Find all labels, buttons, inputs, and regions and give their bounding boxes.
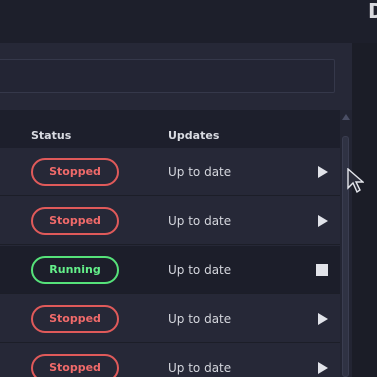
table-row[interactable]: Running Up to date xyxy=(0,246,340,294)
status-badge: Stopped xyxy=(31,207,119,235)
scroll-up-arrow-icon[interactable] xyxy=(341,112,351,122)
status-badge: Stopped xyxy=(31,158,119,186)
stop-icon xyxy=(316,264,328,276)
status-badge: Stopped xyxy=(31,305,119,333)
app-window: D Status Updates Stopped Up to date Stop… xyxy=(0,0,377,377)
play-icon xyxy=(318,313,328,325)
update-status-text: Up to date xyxy=(168,165,232,179)
right-gutter xyxy=(352,43,377,377)
play-icon xyxy=(318,215,328,227)
table-row[interactable]: Stopped Up to date xyxy=(0,197,340,245)
window-title-fragment: D xyxy=(368,0,377,23)
update-status-text: Up to date xyxy=(168,263,232,277)
mouse-cursor-icon xyxy=(347,168,364,194)
updates-column-header[interactable]: Updates xyxy=(168,129,219,142)
update-status-text: Up to date xyxy=(168,312,232,326)
update-status-text: Up to date xyxy=(168,214,232,228)
start-button[interactable] xyxy=(312,358,332,377)
play-icon xyxy=(318,362,328,374)
play-icon xyxy=(318,166,328,178)
stop-button[interactable] xyxy=(312,260,332,280)
status-badge: Running xyxy=(31,256,119,284)
table-row[interactable]: Stopped Up to date xyxy=(0,295,340,343)
top-bar: D xyxy=(0,0,377,43)
table-row[interactable]: Stopped Up to date xyxy=(0,344,340,377)
start-button[interactable] xyxy=(312,309,332,329)
table-row[interactable]: Stopped Up to date xyxy=(0,148,340,196)
update-status-text: Up to date xyxy=(168,361,232,375)
search-input[interactable] xyxy=(0,59,335,93)
status-badge: Stopped xyxy=(31,354,119,377)
start-button[interactable] xyxy=(312,211,332,231)
start-button[interactable] xyxy=(312,162,332,182)
status-column-header[interactable]: Status xyxy=(31,129,71,142)
